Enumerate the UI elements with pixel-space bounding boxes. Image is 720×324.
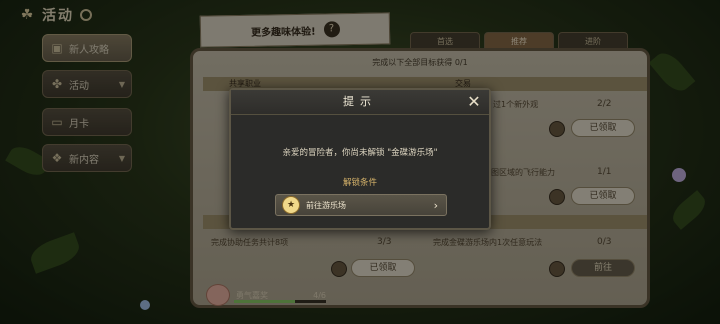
goto-gold-saucer-button[interactable]: ★ 前往游乐场 › [275,194,447,216]
dialog-message: 亲爱的冒险者，你尚未解锁 "金碟游乐场" [282,148,438,158]
unlock-hint-dialog: 提示 ✕ 亲爱的冒险者，你尚未解锁 "金碟游乐场" 解锁条件 ★ 前往游乐场 › [229,88,491,230]
unlock-condition-label: 解锁条件 [342,178,377,188]
chevron-right-icon: › [433,198,438,212]
gold-saucer-icon: ★ [282,196,300,214]
dialog-title: 提示 [231,90,489,115]
goto-label: 前往游乐场 [306,200,346,210]
close-icon[interactable]: ✕ [465,93,483,111]
